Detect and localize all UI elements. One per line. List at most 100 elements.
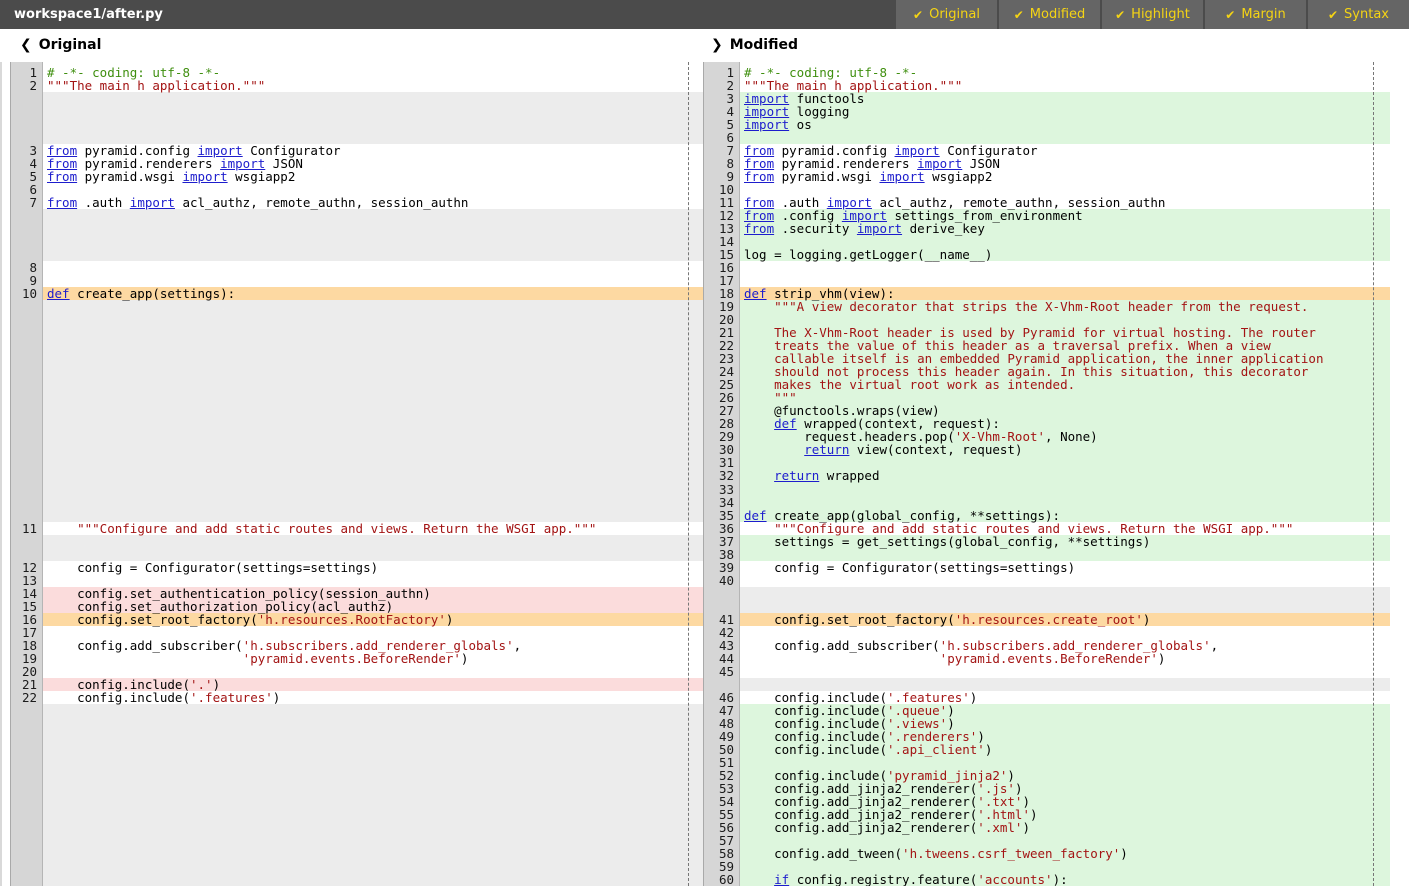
keyword-token: from: [744, 169, 774, 184]
toggle-syntax-button[interactable]: ✔ Syntax: [1308, 0, 1409, 29]
line-number: 38: [704, 548, 739, 561]
modified-code-area[interactable]: # -*- coding: utf-8 -*-"""The main h app…: [740, 62, 1390, 886]
line-number: [11, 509, 42, 522]
code-line: import os: [740, 118, 1390, 131]
original-pane[interactable]: 12345678910111213141516171819202122 # -*…: [0, 62, 703, 886]
keyword-token: from: [47, 169, 77, 184]
line-number: 35: [704, 509, 739, 522]
toggle-margin-button[interactable]: ✔ Margin: [1205, 0, 1306, 29]
text-token: create_app(settings):: [70, 286, 236, 301]
check-icon: ✔: [1328, 8, 1338, 22]
toggle-syntax-label: Syntax: [1344, 7, 1389, 22]
line-number: [11, 795, 42, 808]
line-number: [11, 834, 42, 847]
line-number: 47: [704, 704, 739, 717]
code-line: [43, 105, 703, 118]
line-number: 19: [11, 652, 42, 665]
code-line: [43, 365, 703, 378]
text-token: ): [1030, 807, 1038, 822]
keyword-token: return: [804, 442, 849, 457]
code-line: from .auth import acl_authz, remote_auth…: [43, 196, 703, 209]
text-token: ): [461, 651, 469, 666]
text-token: [744, 442, 804, 457]
code-line: [43, 261, 703, 274]
line-number: [11, 105, 42, 118]
text-token: config.add_tween(: [744, 846, 902, 861]
line-number: [11, 717, 42, 730]
toggle-modified-button[interactable]: ✔ Modified: [999, 0, 1100, 29]
line-number: 37: [704, 535, 739, 548]
text-token: config.add_jinja2_renderer(: [744, 820, 977, 835]
code-line: [43, 769, 703, 782]
keyword-token: def: [47, 286, 70, 301]
line-number: [11, 118, 42, 131]
right-pane-edge: [1390, 62, 1409, 886]
line-number: [704, 587, 739, 600]
code-line: [43, 717, 703, 730]
original-line-number-gutter: 12345678910111213141516171819202122: [10, 62, 43, 886]
line-number: 22: [11, 691, 42, 704]
line-number: [11, 847, 42, 860]
code-line: [43, 391, 703, 404]
code-line: [43, 209, 703, 222]
keyword-token: import: [857, 221, 902, 236]
code-line: return wrapped: [740, 469, 1390, 482]
code-line: [43, 118, 703, 131]
code-line: from .security import derive_key: [740, 222, 1390, 235]
line-number: 6: [11, 183, 42, 196]
code-line: [43, 248, 703, 261]
line-number: [11, 496, 42, 509]
text-token: [47, 651, 243, 666]
code-line: 'pyramid.events.BeforeRender'): [740, 652, 1390, 665]
toggle-margin-label: Margin: [1241, 7, 1285, 22]
original-code-area[interactable]: # -*- coding: utf-8 -*-"""The main h app…: [43, 62, 703, 886]
text-token: ): [446, 612, 454, 627]
string-token: 'pyramid.events.BeforeRender': [243, 651, 461, 666]
keyword-token: if: [774, 872, 789, 886]
line-number: [11, 248, 42, 261]
code-line: [43, 756, 703, 769]
chevron-right-icon: ❯: [711, 37, 723, 53]
code-line: [740, 587, 1390, 600]
string-token: """The main h application.""": [47, 78, 265, 93]
code-line: [740, 261, 1390, 274]
code-line: [740, 665, 1390, 678]
line-number: 42: [704, 626, 739, 639]
line-number: 49: [704, 730, 739, 743]
code-line: [43, 821, 703, 834]
code-line: [43, 469, 703, 482]
line-number: [11, 222, 42, 235]
diff-content: 12345678910111213141516171819202122 # -*…: [0, 62, 1409, 886]
code-line: config.include('.features'): [43, 691, 703, 704]
line-number: [11, 469, 42, 482]
line-number: 33: [704, 483, 739, 496]
keyword-token: return: [774, 468, 819, 483]
text-token: acl_authz, remote_authn, session_authn: [175, 195, 469, 210]
code-line: [43, 443, 703, 456]
toggle-modified-label: Modified: [1030, 7, 1085, 22]
code-line: [43, 704, 703, 717]
text-token: [744, 299, 774, 314]
toggle-highlight-button[interactable]: ✔ Highlight: [1102, 0, 1203, 29]
code-line: [43, 847, 703, 860]
text-token: config.set_root_factory(: [47, 612, 258, 627]
modified-pane-title: Modified: [730, 37, 798, 53]
line-number: 46: [704, 691, 739, 704]
code-line: config = Configurator(settings=settings): [740, 561, 1390, 574]
toggle-original-button[interactable]: ✔ Original: [896, 0, 997, 29]
code-line: [740, 483, 1390, 496]
code-line: 'pyramid.events.BeforeRender'): [43, 652, 703, 665]
code-line: [43, 535, 703, 548]
code-line: [43, 834, 703, 847]
text-token: view(context, request): [849, 442, 1022, 457]
line-number: [704, 600, 739, 613]
modified-pane-header: ❯ Modified: [703, 29, 1409, 62]
code-line: makes the virtual root work as intended.: [740, 378, 1390, 391]
line-number: 48: [704, 717, 739, 730]
line-number: [11, 131, 42, 144]
modified-pane[interactable]: 1234567891011121314151617181920212223242…: [703, 62, 1409, 886]
line-number: 45: [704, 665, 739, 678]
line-number: 34: [704, 496, 739, 509]
line-number: [11, 730, 42, 743]
pane-headers: ❮Original ❯Modified: [0, 29, 1409, 62]
